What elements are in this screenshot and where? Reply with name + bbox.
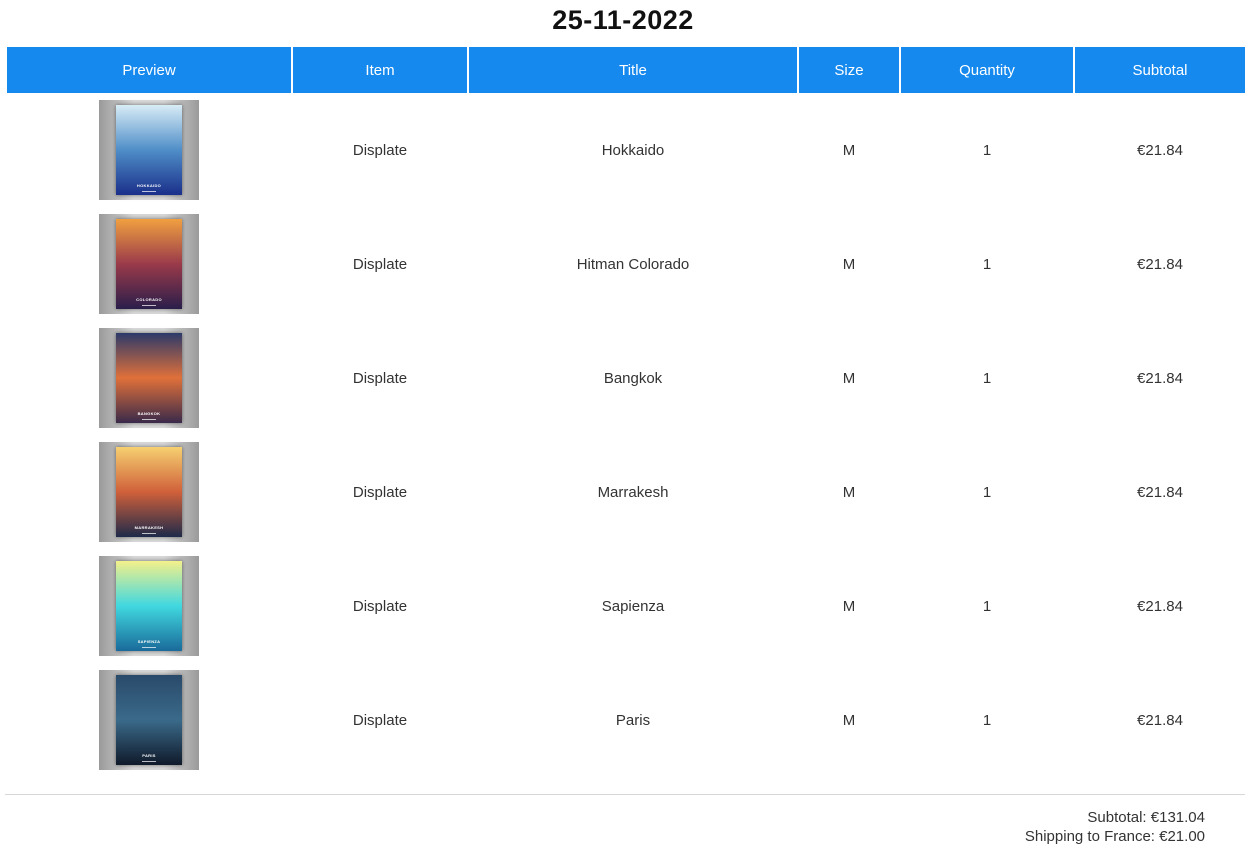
poster-subline (142, 533, 156, 534)
table-header-row: Preview Item Title Size Quantity Subtota… (7, 47, 1245, 93)
cell-preview: MARRAKESH (7, 435, 291, 549)
product-preview-image[interactable]: MARRAKESH (99, 442, 199, 542)
poster-subline (142, 191, 156, 192)
column-header-preview: Preview (7, 47, 291, 93)
cell-size: M (842, 597, 856, 615)
cell-quantity: 1 (982, 141, 992, 159)
cell-item: Displate (352, 483, 408, 501)
order-summary: Subtotal: €131.04 Shipping to France: €2… (1025, 808, 1205, 846)
poster-artwork: MARRAKESH (116, 447, 182, 537)
poster-caption: HOKKAIDO (136, 183, 162, 188)
cell-size: M (842, 711, 856, 729)
page-title: 25-11-2022 (552, 5, 694, 35)
summary-subtotal: Subtotal: €131.04 (1087, 809, 1205, 826)
order-table: Preview Item Title Size Quantity Subtota… (5, 47, 1246, 777)
column-header-quantity: Quantity (901, 47, 1073, 93)
cell-title: Bangkok (603, 369, 663, 387)
table-row: BANGKOK Displate Bangkok M 1 €21.84 (7, 321, 1245, 435)
cell-subtotal: €21.84 (1137, 255, 1183, 273)
divider (5, 794, 1245, 795)
cell-size: M (842, 255, 856, 273)
column-header-item: Item (293, 47, 467, 93)
poster-subline (142, 761, 156, 762)
cell-preview: HOKKAIDO (7, 93, 291, 207)
table-row: HOKKAIDO Displate Hokkaido M 1 €21.84 (7, 93, 1245, 207)
table-row: PARIS Displate Paris M 1 €21.84 (7, 663, 1245, 777)
cell-preview: SAPIENZA (7, 549, 291, 663)
product-preview-image[interactable]: HOKKAIDO (99, 100, 199, 200)
table-row: COLORADO Displate Hitman Colorado M 1 €21.84 (7, 207, 1245, 321)
cell-subtotal: €21.84 (1137, 597, 1183, 615)
cell-quantity: 1 (982, 255, 992, 273)
column-header-title: Title (469, 47, 797, 93)
poster-subline (142, 647, 156, 648)
cell-subtotal: €21.84 (1137, 369, 1183, 387)
column-header-size: Size (799, 47, 899, 93)
cell-title: Marrakesh (597, 483, 669, 501)
cell-preview: BANGKOK (7, 321, 291, 435)
summary-shipping: Shipping to France: €21.00 (1024, 828, 1205, 845)
product-preview-image[interactable]: SAPIENZA (99, 556, 199, 656)
cell-title: Paris (615, 711, 651, 729)
poster-artwork: COLORADO (116, 219, 182, 309)
poster-caption: COLORADO (136, 297, 162, 302)
poster-artwork: SAPIENZA (116, 561, 182, 651)
cell-subtotal: €21.84 (1137, 711, 1183, 729)
table-row: SAPIENZA Displate Sapienza M 1 €21.84 (7, 549, 1245, 663)
cell-size: M (842, 369, 856, 387)
cell-quantity: 1 (982, 483, 992, 501)
poster-caption: BANGKOK (137, 411, 161, 416)
cell-size: M (842, 483, 856, 501)
cell-title: Sapienza (601, 597, 665, 615)
product-preview-image[interactable]: PARIS (99, 670, 199, 770)
cell-quantity: 1 (982, 711, 992, 729)
table-row: MARRAKESH Displate Marrakesh M 1 €21.84 (7, 435, 1245, 549)
cell-subtotal: €21.84 (1137, 483, 1183, 501)
cell-preview: COLORADO (7, 207, 291, 321)
product-preview-image[interactable]: COLORADO (99, 214, 199, 314)
cell-title: Hitman Colorado (576, 255, 690, 273)
column-header-subtotal: Subtotal (1075, 47, 1245, 93)
cell-quantity: 1 (982, 597, 992, 615)
cell-size: M (842, 141, 856, 159)
cell-preview: PARIS (7, 663, 291, 777)
poster-artwork: HOKKAIDO (116, 105, 182, 195)
poster-artwork: BANGKOK (116, 333, 182, 423)
cell-item: Displate (352, 141, 408, 159)
poster-caption: MARRAKESH (134, 525, 164, 530)
product-preview-image[interactable]: BANGKOK (99, 328, 199, 428)
cell-item: Displate (352, 255, 408, 273)
cell-subtotal: €21.84 (1137, 141, 1183, 159)
poster-caption: PARIS (142, 753, 156, 758)
cell-title: Hokkaido (601, 141, 665, 159)
cell-item: Displate (352, 597, 408, 615)
poster-subline (142, 305, 156, 306)
cell-quantity: 1 (982, 369, 992, 387)
cell-item: Displate (352, 711, 408, 729)
poster-artwork: PARIS (116, 675, 182, 765)
poster-subline (142, 419, 156, 420)
poster-caption: SAPIENZA (137, 639, 161, 644)
cell-item: Displate (352, 369, 408, 387)
